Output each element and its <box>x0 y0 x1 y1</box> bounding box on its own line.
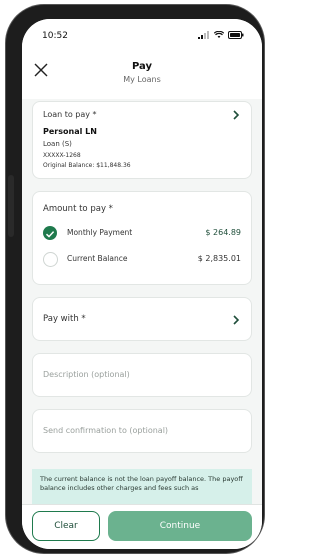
radio-selected[interactable] <box>43 226 57 240</box>
pay-with-card[interactable]: Pay with * <box>32 297 252 341</box>
screen: 10:52 Pay My Loans Loan to pay * Persona… <box>22 19 262 549</box>
description-field[interactable]: Description (optional) <box>32 353 252 397</box>
battery-icon <box>228 31 244 39</box>
phone-frame: 10:52 Pay My Loans Loan to pay * Persona… <box>6 5 264 553</box>
amount-to-pay-card: Amount to pay * Monthly Payment $ 264.89… <box>32 191 252 285</box>
payoff-notice: The current balance is not the loan payo… <box>32 469 252 509</box>
page-subtitle: My Loans <box>123 75 161 84</box>
side-button <box>8 175 14 237</box>
amount-to-pay-label: Amount to pay * <box>43 204 113 214</box>
continue-button[interactable]: Continue <box>108 511 252 541</box>
confirmation-field[interactable]: Send confirmation to (optional) <box>32 409 252 453</box>
confirmation-placeholder: Send confirmation to (optional) <box>43 426 169 435</box>
option-label: Monthly Payment <box>67 228 133 237</box>
signal-icon <box>198 31 209 39</box>
option-amount: $ 2,835.01 <box>197 254 241 263</box>
header: Pay My Loans <box>22 53 262 99</box>
monthly-payment-option[interactable]: Monthly Payment $ 264.89 <box>43 226 241 242</box>
clear-button[interactable]: Clear <box>32 511 100 541</box>
loan-to-pay-label: Loan to pay * <box>43 110 97 119</box>
status-bar: 10:52 <box>22 19 262 53</box>
chevron-right-icon <box>233 110 240 120</box>
loan-name: Personal LN <box>43 127 97 136</box>
page-title: Pay <box>131 61 153 72</box>
loan-account: XXXXX-1268 <box>43 152 81 159</box>
description-placeholder: Description (optional) <box>43 370 130 379</box>
current-balance-option[interactable]: Current Balance $ 2,835.01 <box>43 252 241 268</box>
loan-type: Loan (S) <box>43 140 72 148</box>
status-icons <box>198 31 244 39</box>
loan-original-balance: Original Balance: $11,848.36 <box>43 162 131 169</box>
option-amount: $ 264.89 <box>205 228 241 237</box>
option-label: Current Balance <box>67 254 128 263</box>
wifi-icon <box>214 31 224 38</box>
pay-with-label: Pay with * <box>43 314 86 324</box>
footer: Clear Continue <box>22 504 262 549</box>
chevron-right-icon <box>233 315 240 325</box>
check-icon <box>45 231 55 238</box>
radio-unselected[interactable] <box>43 252 58 267</box>
loan-to-pay-card[interactable]: Loan to pay * Personal LN Loan (S) XXXXX… <box>32 101 252 179</box>
status-time: 10:52 <box>42 31 68 41</box>
